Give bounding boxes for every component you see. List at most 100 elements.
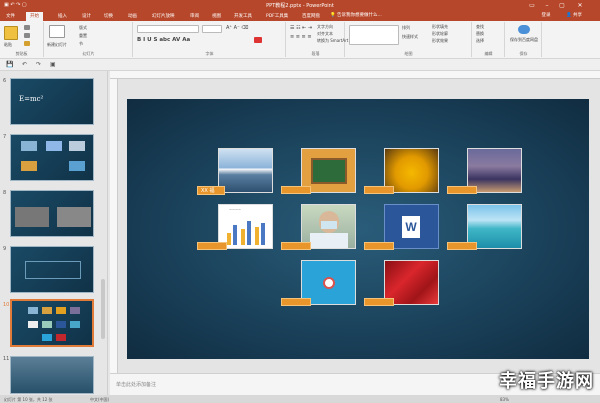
tab-animations[interactable]: 动画 [124, 12, 141, 21]
thumb-image [69, 141, 85, 151]
slide-thumbnail-6[interactable]: E=mc² [10, 78, 94, 125]
thumb-number: 7 [3, 134, 7, 140]
thumbnail-scrollbar[interactable] [101, 279, 105, 339]
cut-icon[interactable] [24, 25, 30, 30]
thumb-image [42, 307, 52, 314]
font-style-buttons[interactable]: B I U S abc AV Aa [137, 37, 190, 43]
caption-tag[interactable] [364, 186, 394, 194]
font-name-dropdown[interactable] [137, 25, 199, 33]
group-label-slides: 幻灯片 [82, 51, 95, 56]
thumb-image [28, 307, 38, 314]
maximize-button[interactable]: ▢ [556, 1, 568, 10]
tab-file[interactable]: 文件 [2, 12, 19, 21]
slide-thumbnail-10[interactable] [10, 299, 94, 347]
thumb-number: 6 [3, 78, 7, 84]
align-text-button[interactable]: 对齐文本 [317, 31, 333, 37]
layout-button[interactable]: 版式 [79, 25, 87, 31]
paste-label[interactable]: 粘贴 [4, 42, 12, 48]
caption-tag[interactable] [364, 298, 394, 306]
grow-shrink-font-icons[interactable]: A⁺ A⁻ ⌫ [226, 25, 248, 31]
quick-access-bar: 💾 ↶ ↷ ▣ [0, 59, 600, 71]
word-icon: W [402, 216, 420, 238]
thumb-image [42, 321, 52, 328]
thumb-number: 11 [3, 356, 10, 362]
section-button[interactable]: 节 [79, 41, 83, 47]
format-painter-icon[interactable] [24, 41, 30, 46]
group-drawing: 排列 快速样式 形状填充 形状轮廓 形状效果 绘图 [346, 22, 472, 57]
group-slides: 新建幻灯片 版式 重置 节 幻灯片 [45, 22, 133, 57]
caption-tag[interactable] [281, 298, 311, 306]
new-slide-icon[interactable] [49, 25, 65, 38]
thumb-image [56, 307, 66, 314]
caption-tag[interactable] [447, 186, 477, 194]
copy-icon[interactable] [24, 33, 30, 38]
photo-mount-fuji[interactable] [218, 148, 273, 193]
zoom-level[interactable]: 83% [500, 397, 509, 402]
slide-thumbnail-7[interactable] [10, 134, 94, 181]
thumb-image [56, 334, 66, 341]
group-label-drawing: 绘图 [404, 51, 413, 56]
text-direction-button[interactable]: 文字方向 [317, 24, 333, 30]
convert-smartart-button[interactable]: 转换为 SmartArt [317, 38, 348, 44]
quick-styles-button[interactable]: 快速样式 [402, 34, 418, 40]
tab-transitions[interactable]: 切换 [100, 12, 117, 21]
undo-icon[interactable]: ↶ [22, 61, 27, 68]
tab-pdf-tools[interactable]: PDF工具集 [262, 12, 292, 21]
slide-thumbnail-pane[interactable]: 6 E=mc² 7 8 9 10 11 [0, 71, 108, 395]
shapes-gallery[interactable] [349, 25, 399, 45]
shape-fill-button[interactable]: 形状填充 [432, 24, 448, 30]
new-slide-label[interactable]: 新建幻灯片 [47, 42, 67, 48]
tab-slideshow[interactable]: 幻灯片放映 [148, 12, 179, 21]
save-to-baidu-label[interactable]: 保存到百度网盘 [508, 37, 540, 43]
tell-me-search[interactable]: 💡 告诉我你想要做什么... [330, 12, 382, 18]
list-buttons[interactable]: ☰ ☷ ⇤ ⇥ [290, 25, 312, 31]
start-presentation-icon[interactable]: ▣ [50, 61, 56, 68]
shape-outline-button[interactable]: 形状轮廓 [432, 31, 448, 37]
tab-view[interactable]: 视图 [208, 12, 225, 21]
tab-developer[interactable]: 开发工具 [230, 12, 256, 21]
reset-button[interactable]: 重置 [79, 33, 87, 39]
tab-design[interactable]: 设计 [78, 12, 95, 21]
arrange-button[interactable]: 排列 [402, 25, 410, 31]
thumb-number: 9 [3, 246, 7, 252]
tab-insert[interactable]: 插入 [54, 12, 71, 21]
slide-thumbnail-8[interactable] [10, 190, 94, 237]
group-clipboard: 粘贴 剪贴板 [0, 22, 44, 57]
group-label-clipboard: 剪贴板 [15, 51, 28, 56]
font-color-icon[interactable] [254, 37, 262, 43]
align-buttons[interactable]: ≡ ≡ ≡ ≡ [290, 34, 312, 40]
caption-tag-selected[interactable]: XX 福 [197, 186, 225, 195]
slide-thumbnail-9[interactable] [10, 246, 94, 293]
font-size-dropdown[interactable] [202, 25, 222, 33]
caption-tag[interactable] [197, 242, 227, 250]
caption-tag[interactable] [447, 242, 477, 250]
thumb-image [57, 207, 91, 227]
mini-bar [261, 223, 265, 245]
caption-tag[interactable] [281, 186, 311, 194]
select-button[interactable]: 选择 [476, 38, 484, 44]
baidu-cloud-icon[interactable] [518, 25, 530, 34]
ribbon-display-icon[interactable]: ▭ [526, 1, 538, 10]
thumb-image [15, 207, 49, 227]
slide-thumbnail-11[interactable] [10, 356, 94, 394]
mini-bar [255, 227, 259, 245]
sign-in-link[interactable]: 登录 👤 共享 [542, 12, 582, 18]
shape-effects-button[interactable]: 形状效果 [432, 38, 448, 44]
replace-button[interactable]: 替换 [476, 31, 484, 37]
tab-home[interactable]: 开始 [26, 12, 43, 21]
close-button[interactable]: ✕ [574, 1, 586, 10]
thumb-image [70, 321, 80, 328]
redo-icon[interactable]: ↷ [36, 61, 41, 68]
tab-baidu-pan[interactable]: 百度网盘 [298, 12, 324, 21]
tab-review[interactable]: 审阅 [186, 12, 203, 21]
minimize-button[interactable]: – [541, 1, 553, 10]
thumb-image [56, 321, 66, 328]
caption-tag[interactable] [364, 242, 394, 250]
lightbulb-icon: 💡 [330, 13, 336, 18]
ribbon: 粘贴 剪贴板 新建幻灯片 版式 重置 节 幻灯片 A⁺ A⁻ ⌫ B I U S… [0, 21, 600, 59]
paste-icon[interactable] [4, 26, 18, 40]
save-icon[interactable]: 💾 [6, 61, 13, 68]
caption-tag[interactable] [281, 242, 311, 250]
find-button[interactable]: 查找 [476, 24, 484, 30]
title-bar: ▣ ↶ ↷ ▢ PPT教程2.pptx - PowerPoint ▭ – ▢ ✕ [0, 0, 600, 11]
